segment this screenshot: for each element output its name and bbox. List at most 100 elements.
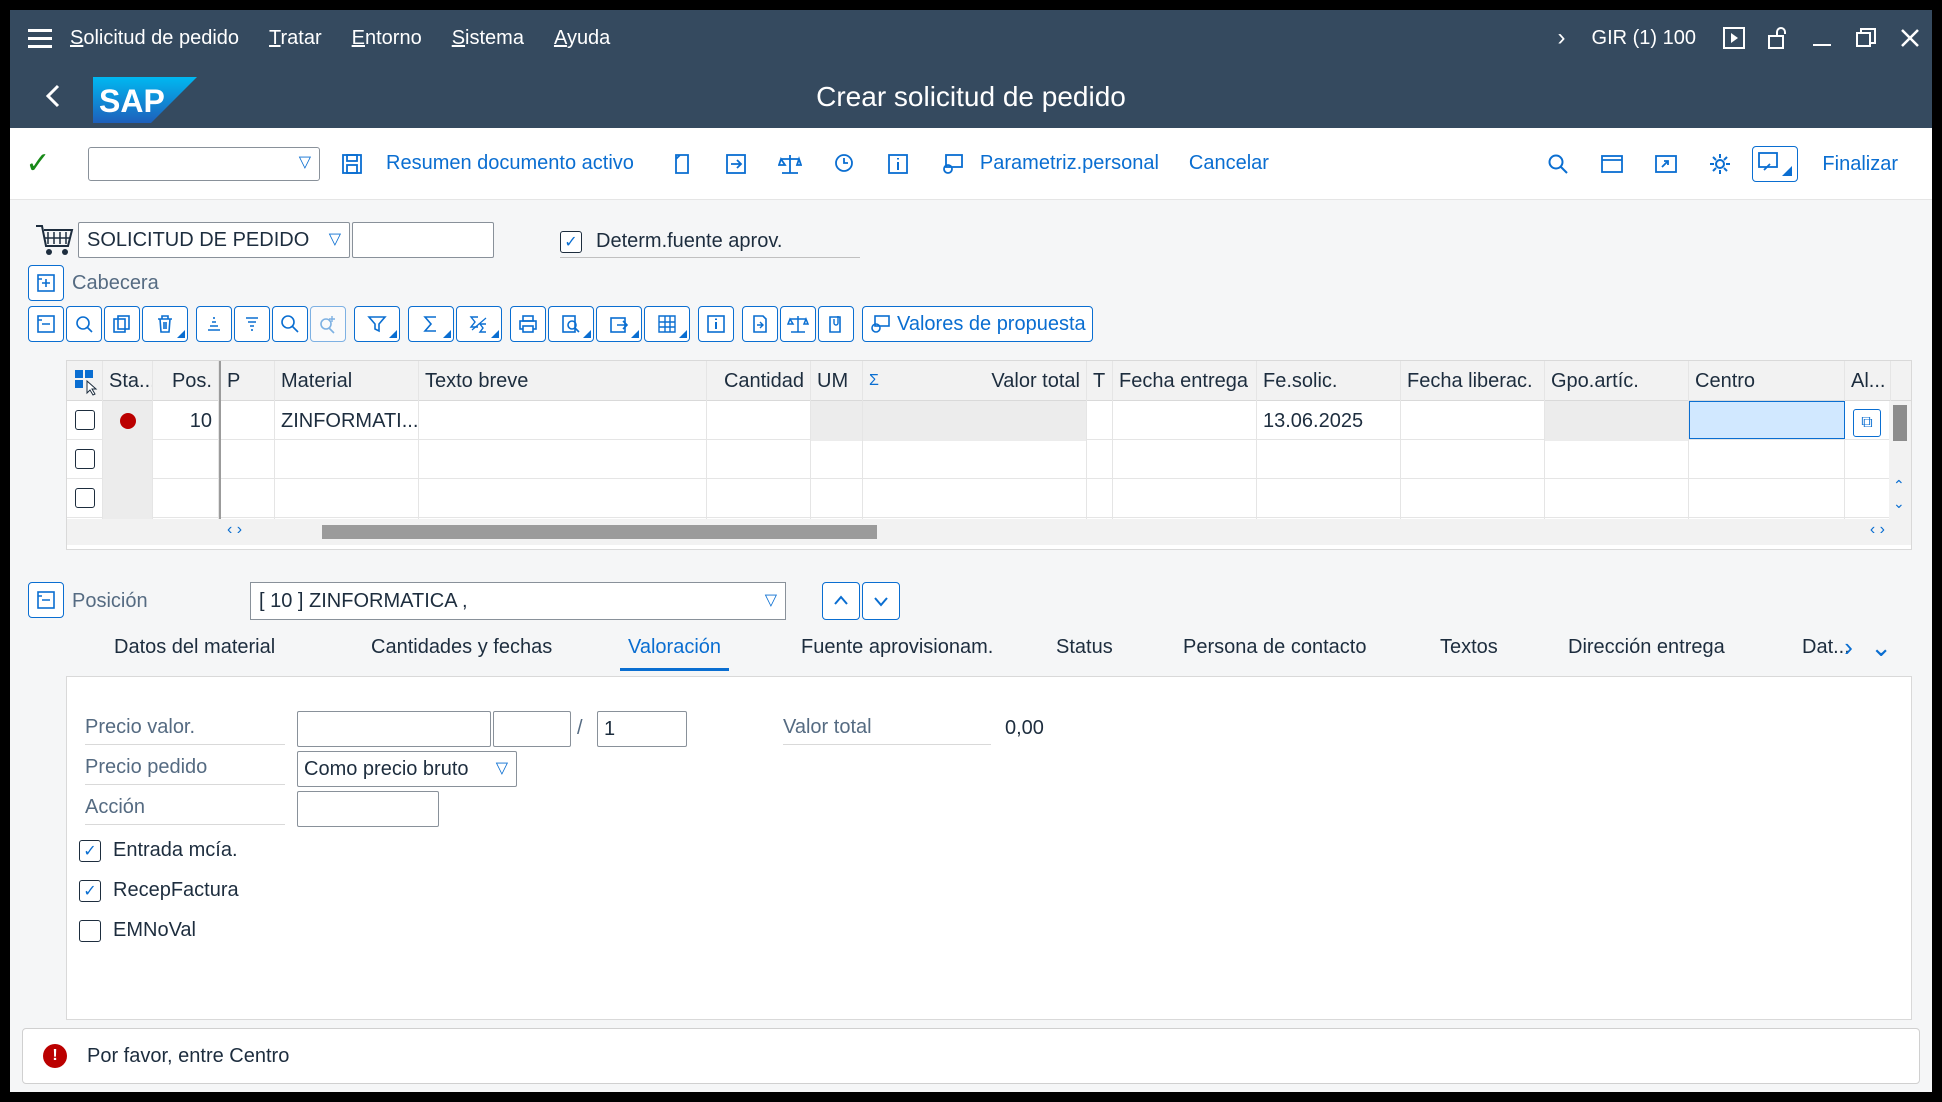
chevron-down-icon[interactable]: ▽ [299,152,311,172]
tab-more[interactable]: Dat... [1802,636,1850,659]
col-texto-breve[interactable]: Texto breve [419,361,707,401]
enter-check-icon[interactable]: ✓ [10,146,66,181]
col-fecha-entrega[interactable]: Fecha entrega [1113,361,1257,401]
tab-valoracion[interactable]: Valoración [619,636,730,671]
more-options-icon[interactable] [1752,146,1799,182]
info-icon[interactable] [876,142,920,186]
valor-total-cell[interactable] [863,440,1087,480]
material-cell[interactable] [275,479,419,519]
item-expand-button[interactable] [28,582,64,618]
cantidad-cell[interactable] [707,401,811,441]
document-type-select[interactable]: SOLICITUD DE PEDIDO ▽ [78,222,350,258]
tab-status[interactable]: Status [1056,636,1113,659]
texto-breve-cell[interactable] [419,479,707,519]
t-cell[interactable] [1087,401,1113,441]
fecha-entrega-cell[interactable] [1113,440,1257,480]
info-icon[interactable] [698,306,734,342]
col-um[interactable]: UM [811,361,863,401]
chevron-down-icon[interactable]: ▽ [765,590,777,610]
valores-propuesta-button[interactable]: Valores de propuesta [862,306,1093,342]
texto-breve-cell[interactable] [419,440,707,480]
unlock-icon[interactable] [1756,10,1800,66]
row-checkbox[interactable] [75,410,95,430]
cantidad-cell[interactable] [707,440,811,480]
table-row[interactable] [67,479,1911,519]
generate-shortcut-icon[interactable] [1644,142,1688,186]
save-icon[interactable] [330,142,374,186]
col-p[interactable]: P [219,361,275,401]
centro-cell[interactable] [1689,479,1845,519]
copy-row-icon[interactable] [104,306,140,342]
gpo-artic-cell[interactable] [1545,440,1689,480]
find-icon[interactable] [272,306,308,342]
minimize-icon[interactable] [1800,10,1844,66]
col-pos[interactable]: Pos. [153,361,219,401]
material-cell[interactable] [275,440,419,480]
delete-icon[interactable] [142,306,188,342]
tab-fuente-aprovisionam[interactable]: Fuente aprovisionam. [801,636,993,659]
texto-breve-cell[interactable] [419,401,707,441]
tab-cantidades-fechas[interactable]: Cantidades y fechas [371,636,552,659]
pos-cell[interactable]: 10 [153,401,219,441]
centro-cell[interactable] [1689,401,1845,439]
sort-ascending-icon[interactable] [196,306,232,342]
menu-entorno[interactable]: Entorno [352,27,422,50]
previous-item-button[interactable] [822,582,860,620]
search-icon[interactable] [1536,142,1580,186]
row-checkbox[interactable] [75,488,95,508]
table-row[interactable]: 10 ZINFORMATI... 13.06.2025 ⧉ [67,401,1911,441]
fe-solic-cell[interactable] [1257,479,1401,519]
fecha-liberac-cell[interactable] [1401,401,1545,441]
document-export-icon[interactable] [742,306,778,342]
sort-descending-icon[interactable] [234,306,270,342]
precio-pedido-select[interactable]: Como precio bruto ▽ [297,751,517,787]
um-cell[interactable] [811,479,863,519]
menu-sistema[interactable]: Sistema [452,27,524,50]
pos-cell[interactable] [153,479,219,519]
vertical-scroll-thumb[interactable] [1893,405,1907,441]
scroll-down-icon[interactable]: ⌄ [1893,495,1905,512]
gpo-artic-cell[interactable] [1545,479,1689,519]
col-gpo-artic[interactable]: Gpo.artíc. [1545,361,1689,401]
new-window-icon[interactable] [1590,142,1634,186]
col-material[interactable]: Material [275,361,419,401]
chevron-down-icon[interactable]: ▽ [496,758,508,778]
print-preview-icon[interactable] [548,306,594,342]
determ-fuente-checkbox[interactable]: ✓ [560,230,582,253]
scroll-up-icon[interactable]: ⌃ [1893,477,1905,494]
moneda-input[interactable] [493,711,571,747]
menu-ayuda[interactable]: Ayuda [554,27,610,50]
t-cell[interactable] [1087,440,1113,480]
scroll-right-icon[interactable]: ‹ › [1870,521,1885,539]
switch-document-icon[interactable] [714,142,758,186]
tab-textos[interactable]: Textos [1440,636,1498,659]
col-t[interactable]: T [1087,361,1113,401]
col-almacen[interactable]: Al... [1845,361,1891,401]
finish-button[interactable]: Finalizar [1822,153,1898,176]
hamburger-menu-icon[interactable] [10,10,70,66]
valor-total-cell[interactable] [863,479,1087,519]
fe-solic-cell[interactable]: 13.06.2025 [1257,401,1401,441]
sum-icon[interactable] [408,306,454,342]
col-fe-solic[interactable]: Fe.solic. [1257,361,1401,401]
fecha-liberac-cell[interactable] [1401,479,1545,519]
print-icon[interactable] [510,306,546,342]
tab-direccion-entrega[interactable]: Dirección entrega [1568,636,1725,659]
settings-gear-icon[interactable] [1698,142,1742,186]
resumen-documento-button[interactable]: Resumen documento activo [386,152,634,175]
p-cell[interactable] [219,479,275,519]
parametriz-personal-button[interactable]: Parametriz.personal [980,152,1159,175]
collapse-items-icon[interactable] [28,306,64,342]
document-number-input[interactable] [352,222,494,258]
balance-icon[interactable] [780,306,816,342]
next-item-button[interactable] [862,582,900,620]
tab-datos-material[interactable]: Datos del material [114,636,275,659]
row-select[interactable] [67,479,103,519]
horizontal-scroll-thumb[interactable] [322,525,877,539]
restore-icon[interactable] [1844,10,1888,66]
col-centro[interactable]: Centro [1689,361,1845,401]
cantidad-cell[interactable] [707,479,811,519]
t-cell[interactable] [1087,479,1113,519]
col-valor-total[interactable]: Valor total [903,361,1087,401]
play-icon[interactable] [1712,10,1756,66]
